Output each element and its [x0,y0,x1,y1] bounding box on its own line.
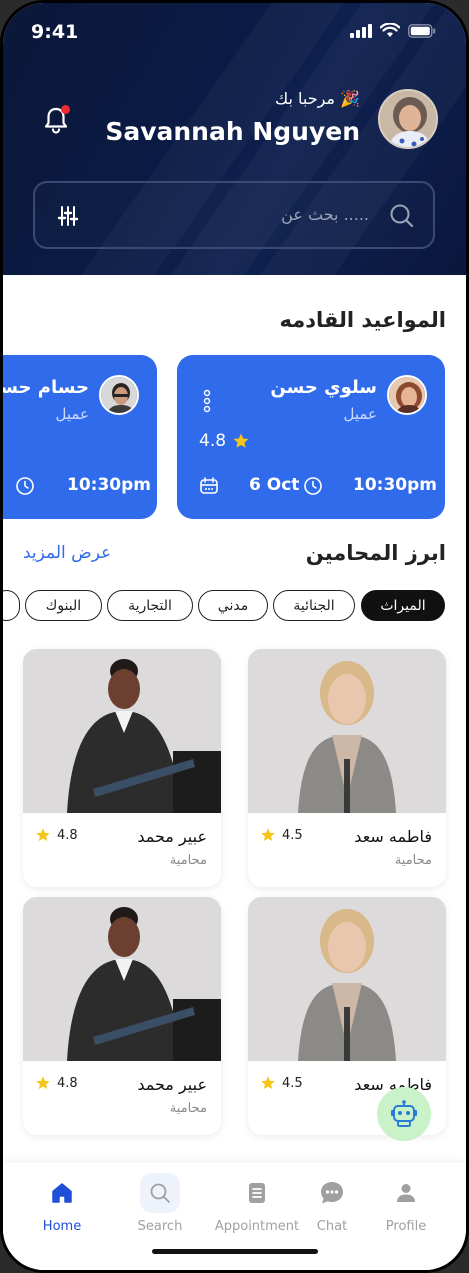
rating-value: 4.8 [57,1075,78,1091]
battery-icon [408,23,436,38]
client-avatar [99,375,139,415]
party-emoji: 🎉 [340,89,360,108]
nav-home[interactable]: Home [17,1173,107,1234]
lawyer-photo [23,649,221,813]
search-input[interactable]: بحث عن ..... [281,205,369,224]
category-chip-banking[interactable]: البنوك [25,590,102,621]
clock-icon [16,477,34,495]
lawyer-image [23,649,221,813]
lawyer-photo [248,897,446,1061]
greeting-text: مرحبا بك [274,89,335,108]
home-icon [42,1173,82,1213]
nav-label: Profile [385,1219,427,1234]
search-icon [140,1173,180,1213]
category-chip-partial[interactable] [3,590,20,621]
nav-search[interactable]: Search [115,1173,205,1234]
header: 9:41 مرحبا بك 🎉 Savannah Nguyen بحث عن .… [3,3,466,275]
clock-icon [304,477,322,495]
chat-bubble-icon [312,1173,352,1213]
user-name: Savannah Nguyen [105,117,360,146]
client-role: عميل [343,405,377,423]
lawyer-photo [23,897,221,1061]
category-chip-commercial[interactable]: التجارية [107,590,193,621]
lawyer-role: محامية [169,853,207,868]
rating-value: 4.5 [282,1075,303,1091]
user-avatar[interactable] [378,89,438,149]
lawyer-photo [248,649,446,813]
rating-value: 4.8 [57,827,78,843]
lawyer-rating: 4.8 [35,1075,78,1091]
lawyer-rating: 4.5 [260,827,303,843]
lawyer-card[interactable]: عبير محمد محامية 4.8 [23,649,221,887]
home-indicator [152,1249,318,1254]
wifi-icon [380,23,400,37]
lawyer-image [248,897,446,1061]
star-icon [261,1076,275,1089]
app-screen: 9:41 مرحبا بك 🎉 Savannah Nguyen بحث عن .… [3,3,466,1270]
avatar-image [380,91,436,147]
chatbot-button[interactable] [377,1087,431,1141]
filter-sliders-icon[interactable] [57,205,79,227]
lawyer-name: فاطمه سعد [354,827,432,846]
rating-value: 4.8 [199,431,227,451]
lawyer-rating: 4.5 [260,1075,303,1091]
nav-label: Search [137,1219,183,1234]
signal-icon [350,23,372,38]
avatar-image [389,377,425,413]
search-icon [390,204,414,228]
phone-frame: 9:41 مرحبا بك 🎉 Savannah Nguyen بحث عن .… [0,0,469,1273]
lawyer-card[interactable]: عبير محمد محامية 4.8 [23,897,221,1135]
bottom-nav: Home Search Appointment Chat Profile [3,1163,466,1270]
rating-value: 4.5 [282,827,303,843]
upcoming-title: المواعيد القادمه [279,308,446,332]
client-avatar [387,375,427,415]
appointment-card[interactable]: حسام حسن عميل 10:30pm [3,355,157,519]
calendar-icon [200,477,218,494]
lawyer-card[interactable]: فاطمه سعد محامية 4.5 [248,649,446,887]
see-more-link[interactable]: عرض المزيد [23,543,111,563]
category-chip-inheritance[interactable]: الميراث [361,590,445,621]
star-icon [36,1076,50,1089]
client-name: حسام حسن [3,377,89,398]
search-bar[interactable]: بحث عن ..... [33,181,435,249]
person-icon [386,1173,426,1213]
appointment-time: 10:30pm [67,475,151,495]
client-name: سلوي حسن [270,377,377,398]
category-chip-civil[interactable]: مدني [198,590,268,621]
rating: 4.8 [199,431,250,451]
lawyer-name: عبير محمد [137,1075,207,1094]
lawyer-image [23,897,221,1061]
lawyer-name: عبير محمد [137,827,207,846]
lawyer-role: محامية [169,1101,207,1116]
notification-dot [61,105,70,114]
lawyer-rating: 4.8 [35,827,78,843]
star-icon [233,433,249,448]
lawyers-title: ابرز المحامين [305,541,446,565]
appointment-date: 6 Oct [249,475,300,495]
more-options-icon[interactable] [203,389,211,413]
star-icon [36,828,50,841]
appointment-card[interactable]: سلوي حسن عميل 4.8 6 Oct 10:30pm [177,355,445,519]
nav-label: Chat [316,1219,348,1234]
lawyer-image [248,649,446,813]
nav-profile[interactable]: Profile [361,1173,451,1234]
nav-label: Home [42,1219,82,1234]
star-icon [261,828,275,841]
category-chip-criminal[interactable]: الجنائية [273,590,355,621]
status-time: 9:41 [31,21,79,43]
lawyer-role: محامية [394,853,432,868]
status-icons [350,23,436,38]
document-icon [237,1173,277,1213]
robot-icon [391,1100,417,1127]
appointment-time: 10:30pm [353,475,437,495]
client-role: عميل [55,405,89,423]
greeting: مرحبا بك 🎉 [275,89,360,108]
avatar-image [101,377,137,413]
